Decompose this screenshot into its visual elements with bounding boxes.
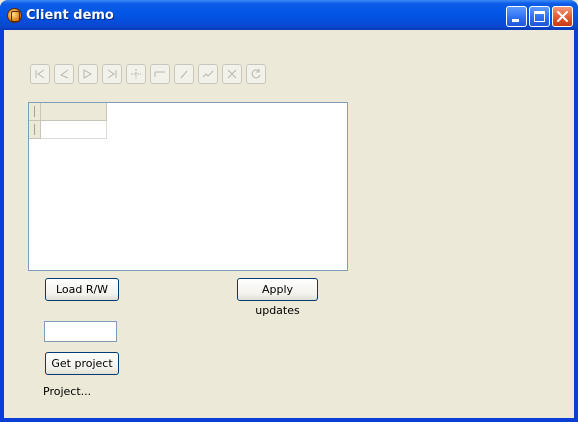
delete-record-icon [154, 71, 165, 77]
title-bar[interactable]: Client demo [0, 0, 578, 30]
first-record-icon [35, 69, 45, 79]
nav-post-button[interactable] [198, 64, 218, 84]
edit-record-icon [180, 70, 188, 79]
refresh-data-icon [251, 69, 261, 79]
prior-record-icon [59, 69, 69, 79]
maximize-button[interactable] [529, 6, 550, 27]
next-record-icon [83, 69, 93, 79]
last-record-icon [107, 69, 117, 79]
nav-first-button[interactable] [30, 64, 50, 84]
data-grid[interactable] [28, 102, 348, 271]
nav-prior-button[interactable] [54, 64, 74, 84]
grid-cell[interactable] [41, 121, 107, 139]
insert-record-icon [131, 69, 141, 79]
grid-column-header[interactable] [41, 103, 107, 121]
grid-corner [29, 103, 41, 121]
nav-insert-button[interactable] [126, 64, 146, 84]
cancel-edit-icon [227, 69, 237, 79]
app-icon[interactable] [7, 8, 22, 23]
post-record-icon [202, 70, 214, 78]
get-project-button[interactable]: Get project [45, 352, 119, 375]
nav-next-button[interactable] [78, 64, 98, 84]
app-window: Client demo Load R/W Apply updates Get p… [0, 0, 578, 422]
minimize-button[interactable] [506, 6, 527, 27]
close-icon [557, 11, 568, 22]
apply-updates-button[interactable]: Apply updates [237, 278, 318, 317]
load-rw-button[interactable]: Load R/W [45, 278, 119, 301]
window-title: Client demo [26, 8, 114, 23]
nav-edit-button[interactable] [174, 64, 194, 84]
nav-refresh-button[interactable] [246, 64, 266, 84]
grid-row-indicator[interactable] [29, 121, 41, 139]
project-input[interactable] [44, 321, 117, 342]
nav-delete-button[interactable] [150, 64, 170, 84]
nav-cancel-button[interactable] [222, 64, 242, 84]
close-button[interactable] [552, 6, 573, 27]
maximize-icon [534, 11, 545, 22]
project-status-label: Project... [43, 385, 92, 398]
minimize-icon [512, 19, 519, 22]
client-area: Load R/W Apply updates Get project Proje… [4, 30, 574, 418]
nav-last-button[interactable] [102, 64, 122, 84]
